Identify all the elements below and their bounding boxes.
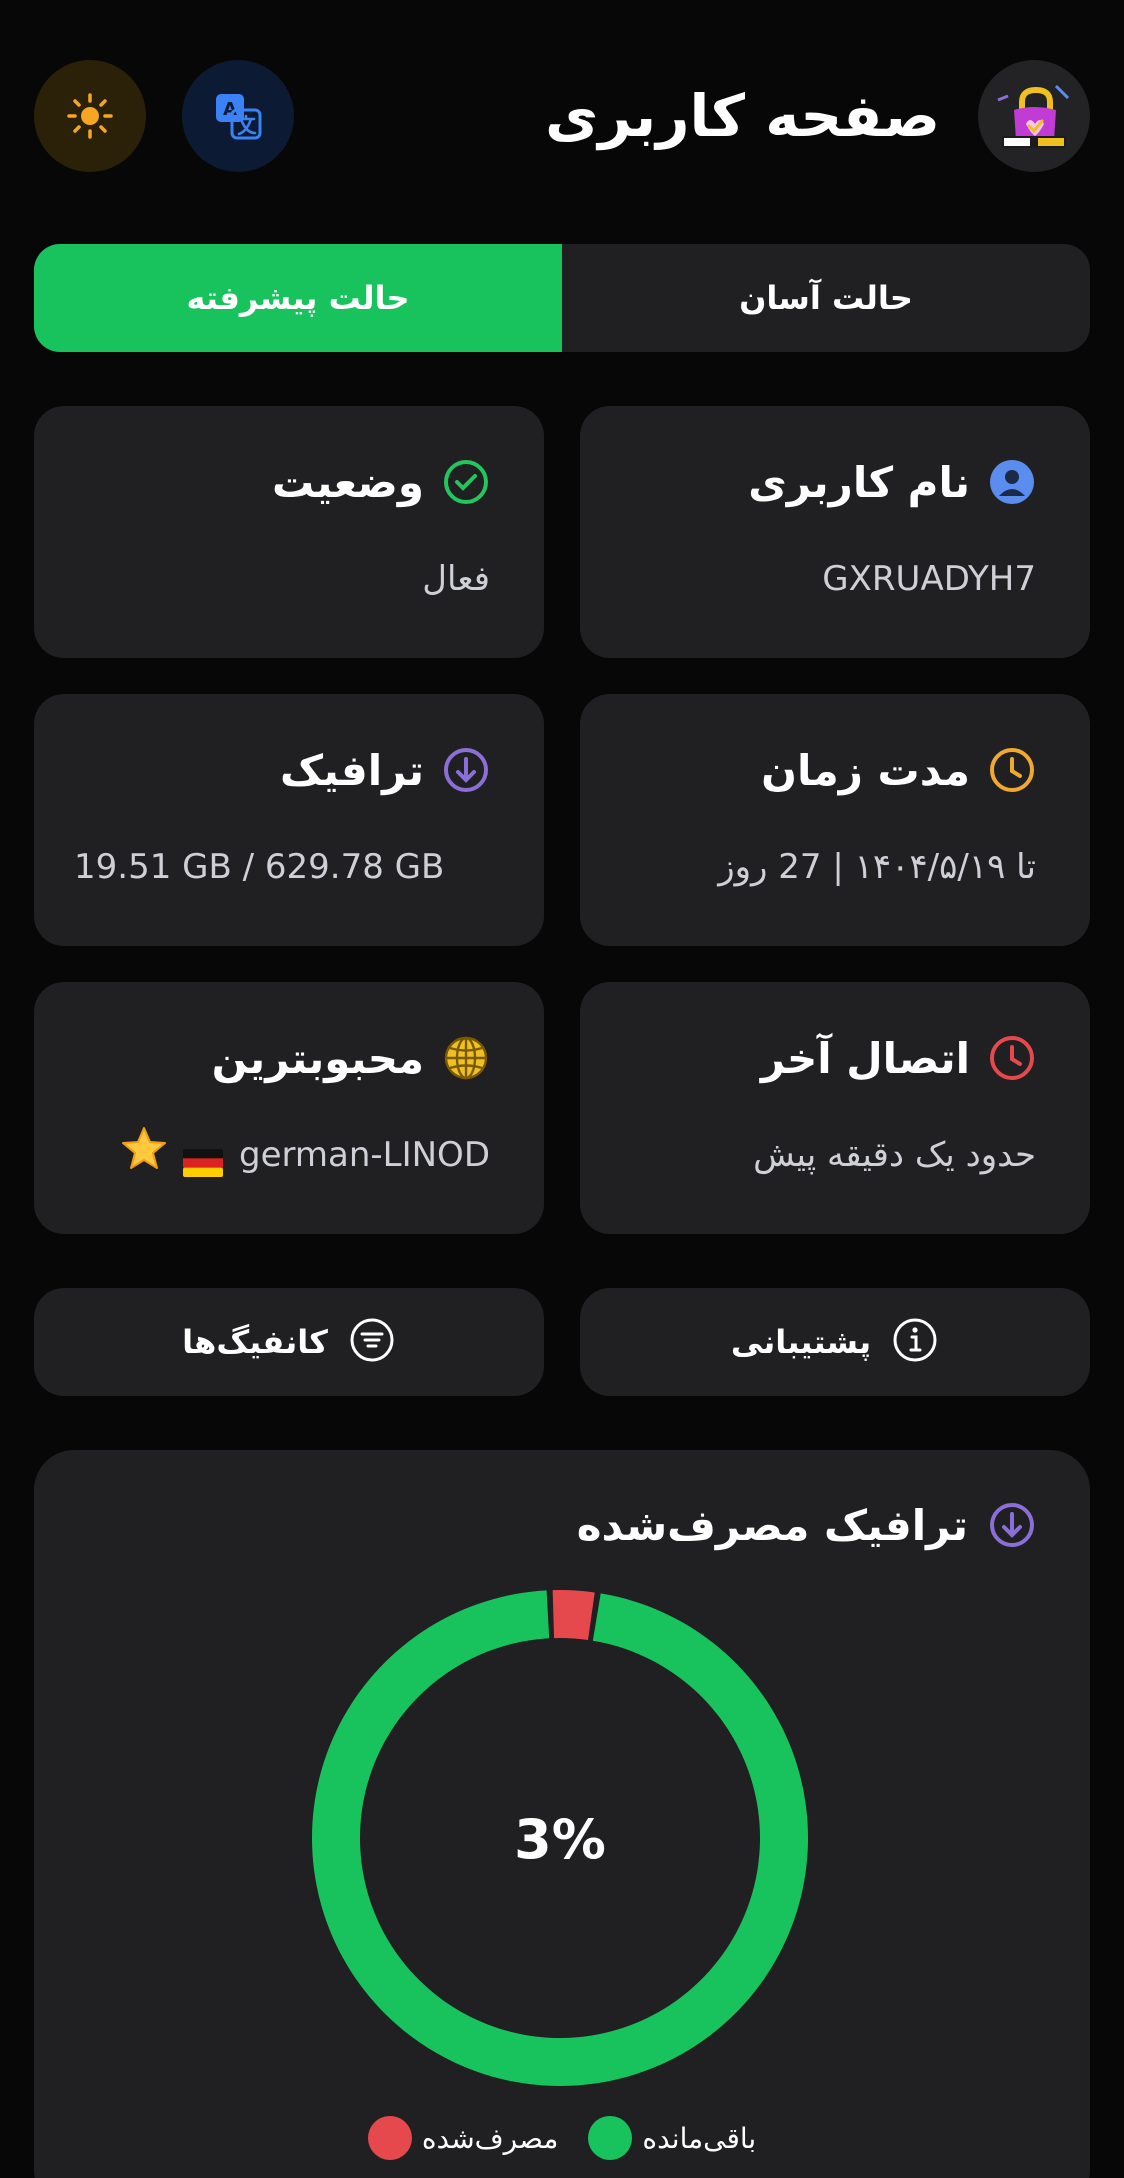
chart-legend: باقی‌مانده مصرف‌شده [34,2116,1090,2160]
last-connection-value: حدود یک دقیقه پیش [753,1135,1036,1175]
filter-icon [348,1316,396,1368]
info-icon [891,1316,939,1368]
username-value: GXRUADYH7 [822,559,1036,599]
favorite-value-row: german-LINOD [74,1127,490,1180]
user-dashboard: A صفحه کاربری حالت پیشرفته حالت آسان نام… [0,0,1124,2178]
duration-title: مدت زمان [761,745,970,795]
traffic-chart-panel: ترافیک مصرف‌شده 3% باقی‌مانده مصرف‌شده [34,1450,1090,2178]
last-connection-card: اتصال آخر حدود یک دقیقه پیش [580,982,1090,1234]
globe-icon [442,1034,490,1082]
traffic-title: ترافیک [280,745,424,795]
legend-item[interactable]: باقی‌مانده [588,2116,756,2160]
language-button[interactable]: A [182,60,294,172]
header: A صفحه کاربری [34,60,1090,172]
legend-item[interactable]: مصرف‌شده [367,2116,559,2160]
configs-label: کانفیگ‌ها [182,1323,328,1361]
chart-title: ترافیک مصرف‌شده [576,1500,968,1550]
traffic-value: 19.51 GB / 629.78 GB [74,847,445,887]
configs-button[interactable]: کانفیگ‌ها [34,1288,544,1396]
legend-label: مصرف‌شده [421,2121,559,2155]
user-icon [988,458,1036,506]
download-icon [988,1501,1036,1549]
status-value: فعال [422,559,490,599]
traffic-card: ترافیک 19.51 GB / 629.78 GB [34,694,544,946]
download-icon [442,746,490,794]
traffic-donut-chart: 3% [312,1590,809,2086]
mode-toggle: حالت پیشرفته حالت آسان [34,244,1090,352]
clock-icon [988,1034,1036,1082]
app-logo [978,60,1090,172]
duration-card: مدت زمان تا ۱۴۰۴/۵/۱۹ | 27 روز [580,694,1090,946]
legend-swatch [367,2116,412,2160]
duration-value: تا ۱۴۰۴/۵/۱۹ | 27 روز [718,847,1036,887]
vpn-logo-icon [986,68,1082,164]
last-connection-title: اتصال آخر [760,1033,970,1083]
theme-toggle-button[interactable] [34,60,146,172]
tab-advanced-mode[interactable]: حالت پیشرفته [34,244,562,352]
support-label: پشتیبانی [730,1323,872,1361]
translate-icon: A [216,94,262,140]
check-circle-icon [442,458,490,506]
germany-flag-icon [183,1141,223,1177]
sun-icon [67,93,113,139]
legend-label: باقی‌مانده [642,2121,757,2155]
favorite-card: محبوبترین german-LINOD [34,982,544,1234]
donut-slice-0[interactable] [552,1590,595,1640]
clock-icon [988,746,1036,794]
legend-swatch [588,2116,633,2160]
favorite-value: german-LINOD [239,1135,490,1175]
star-icon [121,1126,167,1184]
favorite-title: محبوبترین [211,1033,424,1083]
status-title: وضعیت [271,457,424,507]
donut-center-label: 3% [514,1808,606,1871]
username-card: نام کاربری GXRUADYH7 [580,406,1090,658]
tab-easy-mode[interactable]: حالت آسان [562,244,1090,352]
username-title: نام کاربری [748,457,970,507]
page-title: صفحه کاربری [545,82,940,150]
support-button[interactable]: پشتیبانی [580,1288,1090,1396]
status-card: وضعیت فعال [34,406,544,658]
